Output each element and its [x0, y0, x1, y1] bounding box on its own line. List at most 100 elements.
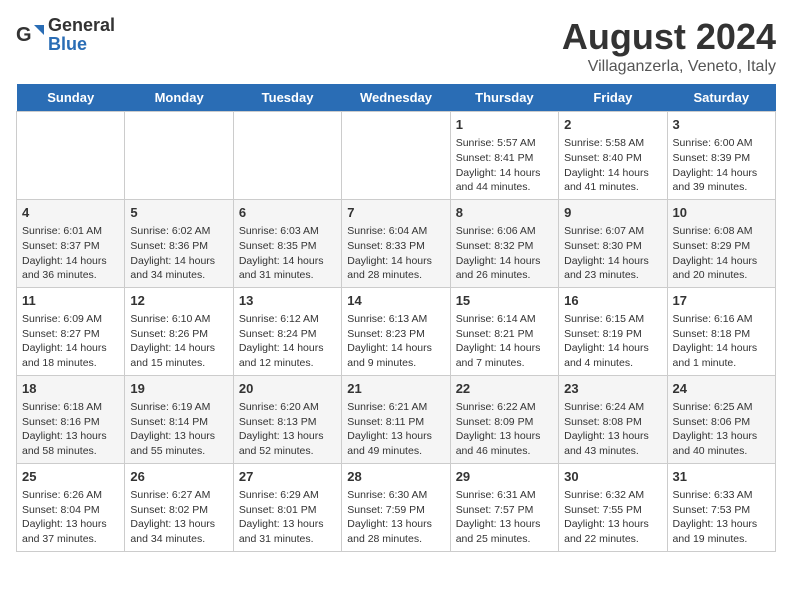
calendar-cell: 4Sunrise: 6:01 AMSunset: 8:37 PMDaylight… — [17, 199, 125, 287]
day-info: Sunset: 8:27 PM — [22, 327, 119, 342]
logo-blue-text: Blue — [48, 34, 87, 54]
day-number: 30 — [564, 468, 661, 486]
day-number: 11 — [22, 292, 119, 310]
day-info: Sunset: 8:08 PM — [564, 415, 661, 430]
day-info: Daylight: 14 hours and 41 minutes. — [564, 166, 661, 195]
day-info: Sunset: 8:04 PM — [22, 503, 119, 518]
day-info: Sunrise: 6:31 AM — [456, 488, 553, 503]
day-info: Sunrise: 6:33 AM — [673, 488, 770, 503]
weekday-header-wednesday: Wednesday — [342, 84, 450, 112]
day-info: Sunset: 8:29 PM — [673, 239, 770, 254]
day-number: 27 — [239, 468, 336, 486]
day-info: Daylight: 13 hours and 40 minutes. — [673, 429, 770, 458]
day-info: Sunrise: 6:07 AM — [564, 224, 661, 239]
day-number: 28 — [347, 468, 444, 486]
day-info: Daylight: 14 hours and 7 minutes. — [456, 341, 553, 370]
day-info: Sunrise: 6:19 AM — [130, 400, 227, 415]
day-info: Daylight: 13 hours and 37 minutes. — [22, 517, 119, 546]
day-info: Sunset: 8:16 PM — [22, 415, 119, 430]
day-info: Sunrise: 6:30 AM — [347, 488, 444, 503]
calendar-cell: 24 Sunrise: 6:25 AMSunset: 8:06 PMDayligh… — [667, 375, 775, 463]
day-info: Sunset: 8:40 PM — [564, 151, 661, 166]
weekday-header-monday: Monday — [125, 84, 233, 112]
day-info: Sunset: 7:57 PM — [456, 503, 553, 518]
day-info: Sunrise: 6:26 AM — [22, 488, 119, 503]
day-number: 3 — [673, 116, 770, 134]
day-info: Daylight: 14 hours and 31 minutes. — [239, 254, 336, 283]
day-info: Sunset: 8:19 PM — [564, 327, 661, 342]
day-info: Daylight: 14 hours and 36 minutes. — [22, 254, 119, 283]
day-info: Sunrise: 6:12 AM — [239, 312, 336, 327]
day-info: Sunrise: 6:13 AM — [347, 312, 444, 327]
day-info: Daylight: 13 hours and 34 minutes. — [130, 517, 227, 546]
day-info: Sunset: 8:39 PM — [673, 151, 770, 166]
month-title: August 2024 — [562, 16, 776, 58]
day-info: Sunset: 7:59 PM — [347, 503, 444, 518]
calendar-cell: 3Sunrise: 6:00 AMSunset: 8:39 PMDaylight… — [667, 112, 775, 200]
calendar-cell: 21Sunrise: 6:21 AMSunset: 8:11 PMDayligh… — [342, 375, 450, 463]
calendar-cell: 25Sunrise: 6:26 AMSunset: 8:04 PMDayligh… — [17, 463, 125, 551]
day-info: Daylight: 13 hours and 22 minutes. — [564, 517, 661, 546]
calendar-cell: 2Sunrise: 5:58 AMSunset: 8:40 PMDaylight… — [559, 112, 667, 200]
day-number: 20 — [239, 380, 336, 398]
day-info: Sunrise: 6:00 AM — [673, 136, 770, 151]
day-number: 4 — [22, 204, 119, 222]
calendar-cell: 7Sunrise: 6:04 AMSunset: 8:33 PMDaylight… — [342, 199, 450, 287]
calendar-cell: 28Sunrise: 6:30 AMSunset: 7:59 PMDayligh… — [342, 463, 450, 551]
day-info: Daylight: 14 hours and 4 minutes. — [564, 341, 661, 370]
title-area: August 2024 Villaganzerla, Veneto, Italy — [562, 16, 776, 76]
weekday-header-row: SundayMondayTuesdayWednesdayThursdayFrid… — [17, 84, 776, 112]
day-info: Daylight: 13 hours and 49 minutes. — [347, 429, 444, 458]
day-number: 26 — [130, 468, 227, 486]
day-info: Sunset: 8:06 PM — [673, 415, 770, 430]
day-info: Sunset: 8:13 PM — [239, 415, 336, 430]
day-number: 18 — [22, 380, 119, 398]
day-number: 15 — [456, 292, 553, 310]
week-row-5: 25Sunrise: 6:26 AMSunset: 8:04 PMDayligh… — [17, 463, 776, 551]
location-title: Villaganzerla, Veneto, Italy — [562, 58, 776, 76]
calendar-cell: 8Sunrise: 6:06 AMSunset: 8:32 PMDaylight… — [450, 199, 558, 287]
day-info: Daylight: 14 hours and 23 minutes. — [564, 254, 661, 283]
header: G General Blue August 2024 Villaganzerla… — [16, 16, 776, 76]
day-number: 6 — [239, 204, 336, 222]
day-number: 16 — [564, 292, 661, 310]
day-info: Sunrise: 6:18 AM — [22, 400, 119, 415]
calendar-cell: 23Sunrise: 6:24 AMSunset: 8:08 PMDayligh… — [559, 375, 667, 463]
day-number: 29 — [456, 468, 553, 486]
day-number: 22 — [456, 380, 553, 398]
calendar-cell: 14Sunrise: 6:13 AMSunset: 8:23 PMDayligh… — [342, 287, 450, 375]
day-info: Daylight: 14 hours and 34 minutes. — [130, 254, 227, 283]
day-info: Sunset: 7:55 PM — [564, 503, 661, 518]
calendar-cell: 10Sunrise: 6:08 AMSunset: 8:29 PMDayligh… — [667, 199, 775, 287]
calendar-table: SundayMondayTuesdayWednesdayThursdayFrid… — [16, 84, 776, 552]
calendar-cell: 18Sunrise: 6:18 AMSunset: 8:16 PMDayligh… — [17, 375, 125, 463]
calendar-cell: 15Sunrise: 6:14 AMSunset: 8:21 PMDayligh… — [450, 287, 558, 375]
day-info: Daylight: 14 hours and 18 minutes. — [22, 341, 119, 370]
day-info: Sunset: 8:33 PM — [347, 239, 444, 254]
day-number: 24 — [673, 380, 770, 398]
week-row-3: 11Sunrise: 6:09 AMSunset: 8:27 PMDayligh… — [17, 287, 776, 375]
svg-text:G: G — [16, 24, 32, 46]
day-info: Sunrise: 6:25 AM — [673, 400, 770, 415]
day-info: Sunrise: 6:01 AM — [22, 224, 119, 239]
day-info: Sunrise: 6:21 AM — [347, 400, 444, 415]
calendar-cell: 26Sunrise: 6:27 AMSunset: 8:02 PMDayligh… — [125, 463, 233, 551]
day-info: Sunrise: 6:16 AM — [673, 312, 770, 327]
day-info: Sunset: 8:09 PM — [456, 415, 553, 430]
calendar-cell: 17Sunrise: 6:16 AMSunset: 8:18 PMDayligh… — [667, 287, 775, 375]
day-info: Sunset: 8:21 PM — [456, 327, 553, 342]
day-info: Sunrise: 6:02 AM — [130, 224, 227, 239]
day-info: Sunset: 8:35 PM — [239, 239, 336, 254]
day-info: Sunset: 8:14 PM — [130, 415, 227, 430]
day-number: 19 — [130, 380, 227, 398]
day-info: Sunrise: 6:22 AM — [456, 400, 553, 415]
day-info: Sunset: 7:53 PM — [673, 503, 770, 518]
logo: G General Blue — [16, 16, 115, 54]
calendar-cell: 5Sunrise: 6:02 AMSunset: 8:36 PMDaylight… — [125, 199, 233, 287]
calendar-cell: 11Sunrise: 6:09 AMSunset: 8:27 PMDayligh… — [17, 287, 125, 375]
weekday-header-tuesday: Tuesday — [233, 84, 341, 112]
day-number: 2 — [564, 116, 661, 134]
day-number: 5 — [130, 204, 227, 222]
day-number: 12 — [130, 292, 227, 310]
day-info: Daylight: 13 hours and 52 minutes. — [239, 429, 336, 458]
